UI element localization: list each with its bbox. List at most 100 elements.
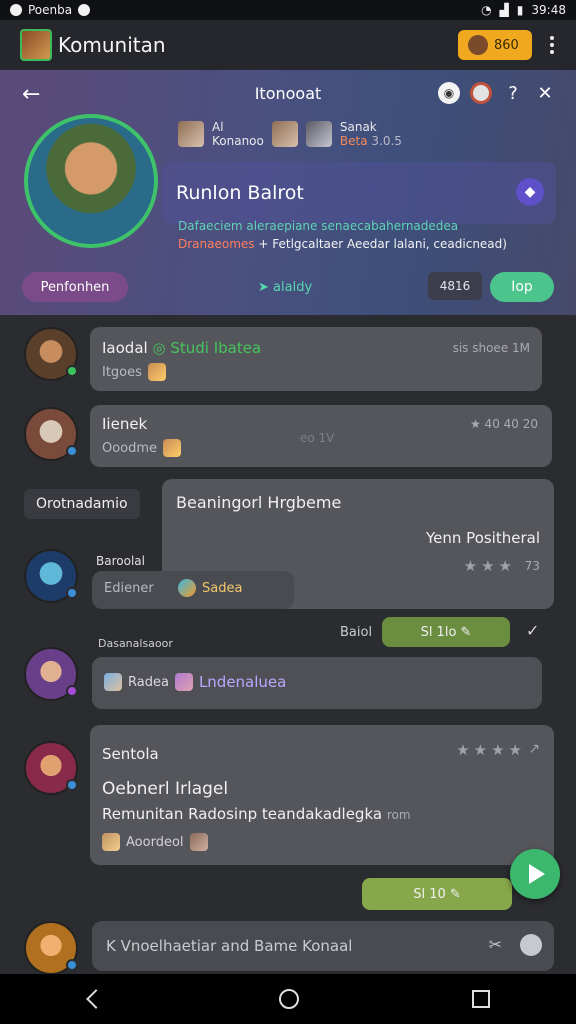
post-card[interactable]: Iaodal ◎ Studi Ibatea sis shoee 1M Itgoe… <box>90 327 542 391</box>
friend2-version: 3.0.5 <box>371 134 402 148</box>
post-author: Sentola <box>102 745 159 763</box>
profile-info-line: Dranaeomes + Fetlgcaltaer Aeedar lalani,… <box>178 237 507 251</box>
follow-button[interactable]: Penfonhen <box>22 272 128 302</box>
post-inner-card[interactable]: Ediener Sadea <box>92 571 294 609</box>
action-label[interactable]: Baiol <box>340 625 372 640</box>
profile-info-line: Dafaeciem aleraepiane senaecabahernadede… <box>178 219 459 233</box>
mini-avatar-icon <box>104 673 122 691</box>
status-time: 39:48 <box>531 3 566 17</box>
system-nav-bar <box>0 974 576 1024</box>
user-avatar[interactable] <box>24 407 78 461</box>
post-body-small: rom <box>386 808 411 822</box>
action-button[interactable]: Sl 1lo ✎ <box>382 617 510 647</box>
app-logo <box>20 29 52 61</box>
discord-icon[interactable]: ◉ <box>438 82 460 104</box>
category-tag[interactable]: Orotnadamio <box>24 489 140 519</box>
post-card[interactable]: Iienek ★ 40 40 20 eo 1V Ooodme <box>90 405 552 467</box>
status-app-label: Poenba <box>28 3 73 17</box>
app-title: Komunitan <box>58 33 166 57</box>
game-name: Sadea <box>202 580 243 596</box>
nav-back-icon[interactable] <box>86 989 107 1009</box>
share-icon[interactable]: ↗ <box>528 741 540 757</box>
friend-line2: Konanoo <box>212 134 264 148</box>
count-button[interactable]: 4816 <box>428 272 482 300</box>
post-card-large[interactable]: Sentola ★★★★ ↗ Oebnerl Irlagel Remunitan… <box>90 725 554 865</box>
post-card[interactable]: Radea Lndenaluea <box>92 657 542 709</box>
online-indicator <box>66 365 78 377</box>
post-link[interactable]: Lndenaluea <box>199 673 286 691</box>
status-indicator <box>66 587 78 599</box>
post-body: Remunitan Radosinp teandakadlegka <box>102 805 383 823</box>
action-button-label: Sl 10 <box>413 886 446 902</box>
app-bar: Komunitan 860 <box>0 20 576 70</box>
user-avatar[interactable] <box>24 741 78 795</box>
friends-row: Al Konanoo Sanak Beta 3.0.5 <box>178 120 402 148</box>
wifi-icon: ◔ <box>481 3 492 17</box>
send-icon[interactable] <box>520 934 542 956</box>
nav-home-icon[interactable] <box>278 989 299 1009</box>
profile-hero: ← Itonooat ◉ ? ✕ Al Konanoo Sanak Beta 3… <box>0 70 576 315</box>
profile-name-card: Runlon Balrot ◆ <box>162 162 556 224</box>
post-meta: ★ 40 40 20 <box>469 417 538 431</box>
friend-line1: Al <box>212 120 224 134</box>
post-subtitle: Radea <box>128 674 169 690</box>
signal-icon: ▟ <box>499 3 509 17</box>
record-icon <box>78 4 91 16</box>
status-indicator <box>66 445 78 457</box>
post-rating: 73 <box>524 559 540 573</box>
center-link[interactable]: ➤ alaldy <box>258 280 312 295</box>
friend-avatar[interactable] <box>178 121 204 147</box>
friend2-line1: Sanak <box>339 120 377 134</box>
help-icon[interactable]: ? <box>502 83 524 104</box>
action-button[interactable]: Sl 10 ✎ <box>362 878 512 910</box>
sticker-icon[interactable]: ✂ <box>489 935 502 954</box>
user-avatar[interactable] <box>24 549 78 603</box>
play-fab-button[interactable] <box>510 849 560 899</box>
post-mid-text: eo 1V <box>300 431 335 445</box>
post-highlight: Yenn Positheral <box>426 529 540 547</box>
profile-info-highlight: Dranaeomes <box>178 237 255 251</box>
record-icon[interactable] <box>470 82 492 104</box>
message-input-placeholder: K Vnoelhaetiar and Bame Konaal <box>106 937 353 955</box>
game-controller-icon[interactable]: ◆ <box>516 178 544 206</box>
emoji-icon <box>163 439 182 457</box>
post-author: Iienek <box>102 415 148 433</box>
emoji-icon <box>147 363 166 381</box>
close-icon[interactable]: ✕ <box>534 83 556 104</box>
post-header: Dasanalsaoor <box>98 637 173 650</box>
profile-avatar[interactable] <box>24 114 158 248</box>
user-avatar[interactable] <box>24 647 78 701</box>
center-link-label: alaldy <box>273 280 313 295</box>
status-indicator <box>66 779 78 791</box>
check-icon[interactable]: ✓ <box>526 621 539 640</box>
coin-badge[interactable]: 860 <box>458 30 532 60</box>
post-subtitle: Ediener <box>104 581 154 596</box>
profile-info-text: + Fetlgcaltaer Aeedar lalani, ceadicnead… <box>258 237 507 251</box>
nav-recents-icon[interactable] <box>471 990 490 1008</box>
user-avatar[interactable] <box>24 327 78 381</box>
post-title: Oebnerl Irlagel <box>102 779 229 799</box>
play-icon <box>529 864 545 884</box>
primary-button[interactable]: Iop <box>490 272 554 302</box>
post-subtitle: Ooodme <box>102 440 158 456</box>
friend-avatar[interactable] <box>271 121 298 147</box>
action-button-label: Sl 1lo <box>420 624 457 640</box>
more-menu-icon[interactable] <box>550 36 556 54</box>
mini-avatar-icon <box>174 673 193 691</box>
post-footer: Aoordeol <box>126 834 184 850</box>
post-author: Baroolal <box>96 554 145 568</box>
status-bar: Poenba ◔ ▟ ▮ 39:48 <box>0 0 576 20</box>
post-author: Iaodal <box>102 339 148 357</box>
friend-avatar[interactable] <box>305 121 332 147</box>
edit-icon: ✎ <box>456 624 472 640</box>
star-rating-icon: ★★★★ <box>456 741 526 759</box>
edit-icon: ✎ <box>445 886 461 902</box>
message-input[interactable]: K Vnoelhaetiar and Bame Konaal ✂ <box>92 921 554 971</box>
status-indicator <box>66 685 78 697</box>
battery-icon: ▮ <box>516 3 524 17</box>
community-feed: Iaodal ◎ Studi Ibatea sis shoee 1M Itgoe… <box>0 315 576 975</box>
coin-avatar-icon <box>468 35 488 55</box>
post-subtitle: Itgoes <box>102 364 142 380</box>
my-avatar[interactable] <box>24 921 78 975</box>
post-meta: sis shoee 1M <box>452 341 530 355</box>
